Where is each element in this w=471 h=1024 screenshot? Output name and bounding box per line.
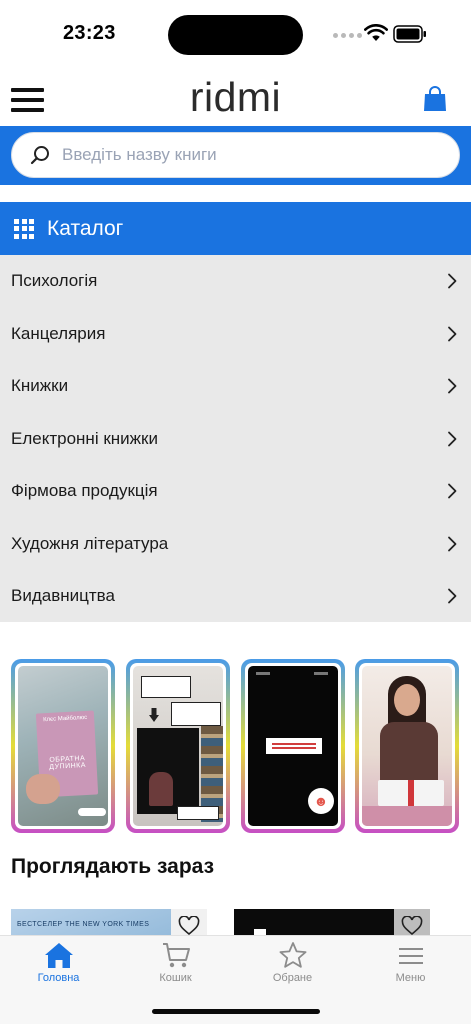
search-input[interactable]: [62, 145, 432, 165]
status-time: 23:23: [63, 22, 116, 44]
catalog-item-label: Канцелярия: [11, 323, 106, 343]
chevron-right-icon: [448, 431, 457, 447]
tab-home[interactable]: Головна: [0, 941, 117, 984]
story-image: [362, 666, 452, 826]
tab-favorites[interactable]: Обране: [234, 941, 351, 984]
catalog-item-label: Художня література: [11, 533, 169, 553]
catalog-item-label: Електронні книжки: [11, 428, 158, 448]
search-icon: [30, 146, 49, 165]
tab-menu[interactable]: Меню: [352, 941, 469, 984]
tab-label: Головна: [37, 972, 80, 984]
catalog-item-label: Фірмова продукція: [11, 481, 158, 501]
story-card[interactable]: [355, 659, 459, 833]
app-header: ridmi: [0, 70, 471, 126]
catalog-item-stationery[interactable]: Канцелярия: [0, 308, 471, 361]
logo[interactable]: ridmi: [0, 74, 471, 121]
tab-label: Обране: [272, 972, 313, 984]
section-title: Проглядають зараз: [11, 855, 215, 878]
chevron-right-icon: [448, 483, 457, 499]
chevron-right-icon: [448, 588, 457, 604]
signal-icon: [333, 33, 362, 38]
catalog-list: Психологія Канцелярия Книжки Електронні …: [0, 255, 471, 622]
story-caption: [266, 738, 322, 754]
catalog-item-label: Психологія: [11, 271, 98, 291]
cart-icon: [162, 943, 190, 968]
hamburger-icon[interactable]: [11, 88, 44, 112]
catalog-item-psychology[interactable]: Психологія: [0, 255, 471, 308]
book-cover: [137, 728, 199, 814]
emoji-icon: ☻: [308, 788, 334, 814]
home-icon: [44, 943, 73, 968]
search-field[interactable]: [11, 132, 460, 178]
catalog-item-books[interactable]: Книжки: [0, 360, 471, 413]
catalog-title: Каталог: [47, 216, 124, 240]
dynamic-island: [168, 15, 303, 55]
story-image: Клєс Майболюс ОБРАТНА ДУПИНКА: [18, 666, 108, 826]
catalog-item-label: Видавництва: [11, 586, 115, 606]
catalog-item-fiction[interactable]: Художня література: [0, 518, 471, 571]
catalog-item-merch[interactable]: Фірмова продукція: [0, 465, 471, 518]
stories-row: Клєс Майболюс ОБРАТНА ДУПИНКА ☻: [11, 659, 471, 833]
story-image: [133, 666, 223, 826]
catalog-item-ebooks[interactable]: Електронні книжки: [0, 413, 471, 466]
chevron-right-icon: [448, 273, 457, 289]
wifi-icon: [364, 24, 388, 41]
grid-icon: [14, 218, 34, 239]
chevron-right-icon: [448, 536, 457, 552]
catalog-item-publishers[interactable]: Видавництва: [0, 570, 471, 623]
menu-icon: [398, 948, 423, 964]
home-indicator: [152, 1009, 320, 1014]
battery-icon: [393, 25, 426, 43]
chevron-right-icon: [448, 326, 457, 342]
shopping-bag-icon[interactable]: [423, 86, 447, 112]
star-icon: [279, 942, 306, 968]
story-card[interactable]: [126, 659, 230, 833]
tab-label: Меню: [395, 972, 426, 984]
story-card[interactable]: ☻: [241, 659, 345, 833]
story-card[interactable]: Клєс Майболюс ОБРАТНА ДУПИНКА: [11, 659, 115, 833]
story-image: ☻: [248, 666, 338, 826]
catalog-item-label: Книжки: [11, 376, 69, 396]
heart-icon: [178, 916, 200, 936]
catalog-header[interactable]: Каталог: [0, 202, 471, 255]
tab-label: Кошик: [159, 972, 192, 984]
status-bar: 23:23: [0, 0, 471, 70]
chevron-right-icon: [448, 378, 457, 394]
tab-cart[interactable]: Кошик: [117, 941, 234, 984]
search-band: [0, 126, 471, 185]
heart-icon: [401, 916, 423, 936]
product-ribbon: БЕСТСЕЛЕР THE NEW YORK TIMES: [17, 921, 150, 928]
